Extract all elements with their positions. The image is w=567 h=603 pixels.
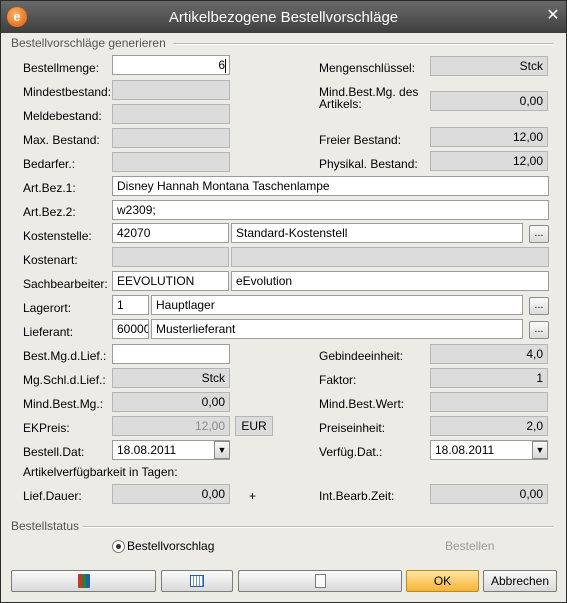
lagerort-label: Lagerort: bbox=[23, 301, 72, 315]
int-bearb-zeit-label: Int.Bearb.Zeit: bbox=[319, 489, 395, 503]
max-bestand-field bbox=[112, 128, 230, 148]
bestellvorschlag-radio[interactable] bbox=[112, 540, 125, 553]
freier-bestand-field: 12,00 bbox=[430, 127, 548, 147]
mind-best-mg-label: Mind.Best.Mg.: bbox=[23, 397, 104, 411]
mengenschluessel-field: Stck bbox=[430, 56, 548, 76]
group-title-status: Bestellstatus bbox=[11, 519, 80, 533]
lief-dauer-field: 0,00 bbox=[112, 484, 230, 504]
calendar-icon bbox=[190, 575, 204, 587]
kostenart-name-field bbox=[231, 247, 549, 267]
sachbearbeiter-label: Sachbearbeiter: bbox=[23, 277, 108, 291]
mindestbestand-field bbox=[112, 80, 230, 100]
freier-bestand-label: Freier Bestand: bbox=[319, 133, 402, 147]
faktor-label: Faktor: bbox=[319, 373, 357, 387]
int-bearb-zeit-field: 0,00 bbox=[430, 484, 548, 504]
lieferant-code-input[interactable]: 60000 bbox=[112, 319, 149, 339]
art-bez-1-input[interactable]: Disney Hannah Montana Taschenlampe bbox=[112, 176, 549, 196]
chevron-down-icon[interactable]: ▼ bbox=[532, 441, 548, 459]
group-divider bbox=[83, 526, 553, 528]
max-bestand-label: Max. Bestand: bbox=[23, 133, 100, 147]
verfuegbarkeit-heading: Artikelverfügbarkeit in Tagen: bbox=[23, 465, 178, 479]
bestellvorschlag-label[interactable]: Bestellvorschlag bbox=[127, 539, 214, 553]
document-icon bbox=[314, 574, 326, 588]
calendar-button[interactable] bbox=[161, 570, 233, 592]
preiseinheit-label: Preiseinheit: bbox=[319, 421, 386, 435]
bestell-dat-picker[interactable]: 18.08.2011 bbox=[112, 440, 230, 460]
lagerort-name-field: Hauptlager bbox=[151, 295, 523, 315]
title-bar: e Artikelbezogene Bestellvorschläge ✕ bbox=[1, 1, 566, 33]
mengenschluessel-label: Mengenschlüssel: bbox=[319, 61, 416, 75]
art-bez-2-input[interactable]: w2309; bbox=[112, 200, 549, 220]
chevron-down-icon[interactable]: ▼ bbox=[214, 441, 230, 459]
mg-schl-lief-label: Mg.Schl.d.Lief.: bbox=[23, 373, 106, 387]
bedarfer-field bbox=[112, 152, 230, 172]
kostenart-label: Kostenart: bbox=[23, 253, 78, 267]
sachbearbeiter-code-input[interactable]: EEVOLUTION bbox=[112, 271, 229, 291]
kostenstelle-code-input[interactable]: 42070 bbox=[112, 223, 229, 243]
lief-dauer-label: Lief.Dauer: bbox=[23, 489, 82, 503]
mg-schl-lief-field: Stck bbox=[112, 368, 230, 388]
best-mg-lief-label: Best.Mg.d.Lief.: bbox=[23, 349, 107, 363]
bestellmenge-label: Bestellmenge: bbox=[23, 61, 100, 75]
art-bez-2-label: Art.Bez.2: bbox=[23, 205, 76, 219]
mindestbestand-label: Mindestbestand: bbox=[23, 85, 112, 99]
meldebestand-label: Meldebestand: bbox=[23, 109, 102, 123]
lieferant-name-field: Musterlieferant bbox=[151, 319, 523, 339]
gebindeeinheit-field: 4,0 bbox=[430, 344, 548, 364]
currency-field: EUR bbox=[235, 416, 273, 436]
kostenart-code-field bbox=[112, 247, 229, 267]
group-divider bbox=[173, 43, 553, 45]
mind-best-mg-artikel-label-2: Artikels: bbox=[319, 97, 362, 111]
sachbearbeiter-name-field: eEvolution bbox=[231, 271, 549, 291]
lagerort-browse-button[interactable]: ... bbox=[529, 297, 549, 315]
mind-best-mg-artikel-field: 0,00 bbox=[430, 91, 548, 111]
mind-best-wert-field bbox=[430, 392, 548, 412]
dialog-window: e Artikelbezogene Bestellvorschläge ✕ Be… bbox=[0, 0, 567, 603]
kostenstelle-name-field: Standard-Kostenstell bbox=[231, 223, 523, 243]
kostenstelle-label: Kostenstelle: bbox=[23, 229, 92, 243]
plus-sign: + bbox=[249, 489, 257, 503]
verfueg-dat-picker[interactable]: 18.08.2011 bbox=[430, 440, 548, 460]
kostenstelle-browse-button[interactable]: ... bbox=[529, 225, 549, 243]
ok-button[interactable]: OK bbox=[406, 570, 479, 592]
best-mg-lief-input[interactable] bbox=[112, 344, 230, 364]
bestellmenge-input[interactable]: 6 bbox=[112, 55, 230, 75]
lieferant-browse-button[interactable]: ... bbox=[529, 321, 549, 339]
lieferant-label: Lieferant: bbox=[23, 325, 74, 339]
physikal-bestand-field: 12,00 bbox=[430, 151, 548, 171]
mind-best-wert-label: Mind.Best.Wert: bbox=[319, 397, 405, 411]
meldebestand-field bbox=[112, 104, 230, 124]
faktor-field: 1 bbox=[430, 368, 548, 388]
calculator-icon bbox=[77, 574, 90, 588]
document-button[interactable] bbox=[238, 570, 402, 592]
mind-best-mg-field: 0,00 bbox=[112, 392, 230, 412]
ekpreis-field: 12,00 bbox=[112, 416, 230, 436]
cancel-button[interactable]: Abbrechen bbox=[483, 570, 557, 592]
calculate-button[interactable] bbox=[11, 570, 156, 592]
close-icon[interactable]: ✕ bbox=[544, 7, 562, 25]
text-caret bbox=[225, 59, 226, 73]
gebindeeinheit-label: Gebindeeinheit: bbox=[319, 349, 404, 363]
lagerort-code-input[interactable]: 1 bbox=[112, 295, 149, 315]
ekpreis-label: EKPreis: bbox=[23, 421, 70, 435]
art-bez-1-label: Art.Bez.1: bbox=[23, 181, 76, 195]
bestellen-radio-label: Bestellen bbox=[445, 539, 495, 553]
window-title: Artikelbezogene Bestellvorschläge bbox=[168, 9, 399, 26]
bestell-dat-label: Bestell.Dat: bbox=[23, 445, 85, 459]
verfueg-dat-label: Verfüg.Dat.: bbox=[319, 445, 383, 459]
physikal-bestand-label: Physikal. Bestand: bbox=[319, 157, 418, 171]
group-title-generate: Bestellvorschläge generieren bbox=[11, 36, 166, 50]
bedarfer-label: Bedarfer.: bbox=[23, 157, 76, 171]
preiseinheit-field: 2,0 bbox=[430, 416, 548, 436]
